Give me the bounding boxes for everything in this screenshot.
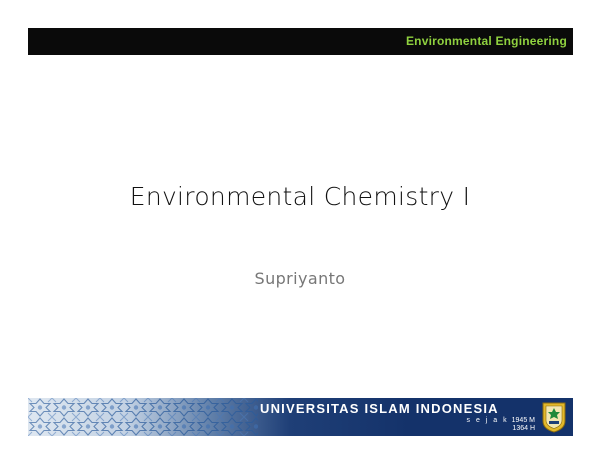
year-masehi: 1945 M bbox=[511, 417, 535, 424]
university-name: UNIVERSITAS ISLAM INDONESIA bbox=[260, 401, 499, 416]
slide-author: Supriyanto bbox=[254, 269, 346, 288]
year-hijri: 1364 H bbox=[512, 425, 535, 432]
year-hijri-line: 1364 H bbox=[512, 425, 535, 432]
since-year-line: s e j a k 1945 M bbox=[467, 417, 535, 424]
header-department-label: Environmental Engineering bbox=[405, 34, 567, 48]
since-word: s e j a k bbox=[466, 417, 509, 424]
university-crest-icon bbox=[542, 402, 566, 433]
footer-banner: UNIVERSITAS ISLAM INDONESIA s e j a k 194… bbox=[28, 398, 573, 436]
slide-title: Environmental Chemistry I bbox=[129, 182, 471, 211]
islamic-pattern-icon bbox=[28, 398, 258, 436]
header-bar: Environmental Engineering bbox=[28, 28, 573, 55]
